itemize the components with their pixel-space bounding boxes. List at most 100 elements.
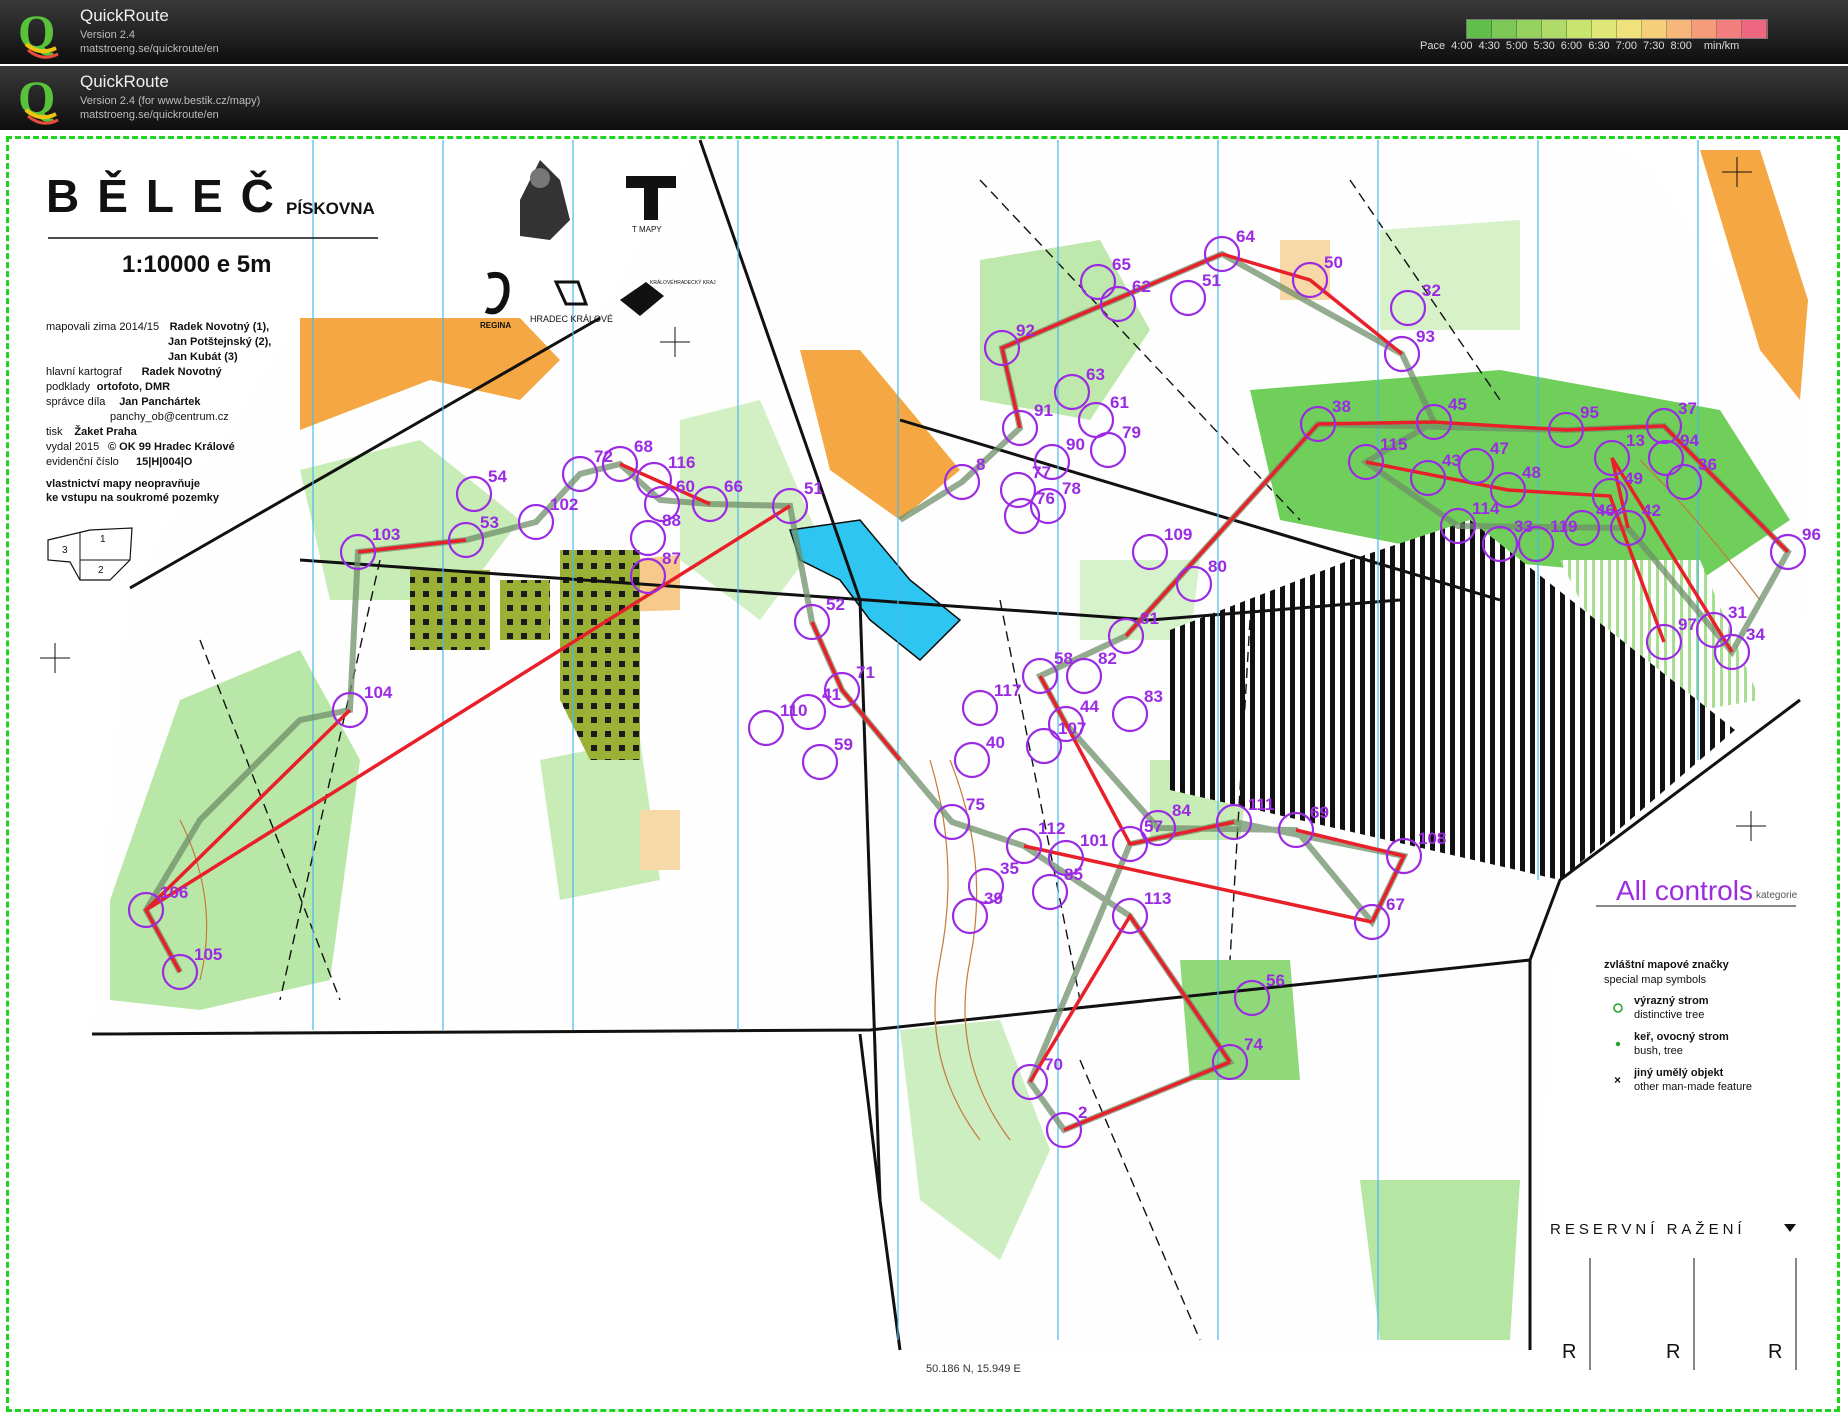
course-label: All controls kategorie (1596, 875, 1798, 907)
control-number: 110 (780, 701, 807, 720)
control-number: 76 (1036, 489, 1055, 508)
control-number: 65 (1112, 255, 1131, 274)
hradec-logo-icon: HRADEC KRÁLOVÉ (530, 280, 613, 324)
control-number: 75 (966, 795, 985, 814)
control-number: 97 (1678, 615, 1697, 634)
legend-item-cz: výrazný strom (1634, 995, 1709, 1007)
control-number: 66 (724, 477, 743, 496)
credit-key: správce díla (46, 396, 106, 408)
legend-item-cz: keř, ovocný strom (1634, 1031, 1729, 1043)
reserve-punch-box: RESERVNÍ RAŽENÍ R R R (1550, 1221, 1797, 1370)
credit-value: Radek Novotný (142, 366, 223, 378)
credit-value: ortofoto, DMR (97, 381, 170, 393)
map-legend: zvláštní mapové značky special map symbo… (1604, 959, 1752, 1093)
control-number: 35 (1000, 859, 1019, 878)
regina-logo-icon: REGINA (480, 272, 511, 330)
control-number: 114 (1472, 499, 1500, 518)
control-number: 64 (1236, 227, 1255, 246)
credit-value: Žaket Praha (74, 425, 137, 438)
control-number: 77 (1032, 463, 1051, 482)
notice-line-1: vlastnictví mapy neopravňuje (46, 478, 200, 490)
control-number: 119 (1550, 517, 1577, 536)
control-number: 49 (1624, 469, 1643, 488)
all-controls-label: All controls (1616, 875, 1753, 906)
control-number: 59 (834, 735, 853, 754)
control-number: 60 (676, 477, 695, 496)
legend-item-en: bush, tree (1634, 1045, 1683, 1057)
control-number: 101 (1080, 831, 1108, 850)
control-number: 78 (1062, 479, 1081, 498)
control-number: 88 (662, 511, 681, 530)
control-number: 50 (1324, 253, 1343, 272)
control-number: 102 (550, 495, 578, 514)
credit-key: tisk (46, 426, 63, 438)
mascot-logo-icon (520, 160, 570, 240)
control-number: 70 (1044, 1055, 1063, 1074)
section-3: 3 (62, 545, 68, 556)
control-number: 92 (1016, 321, 1035, 340)
control-number: 80 (1208, 557, 1227, 576)
credit-key: podklady (46, 381, 91, 393)
sponsor-hradec: HRADEC KRÁLOVÉ (530, 314, 613, 324)
legend-item-cz: jiný umělý objekt (1633, 1067, 1724, 1079)
control-number: 69 (1310, 803, 1329, 822)
control-number: 37 (1678, 399, 1697, 418)
credit-key: hlavní kartograf (46, 366, 123, 378)
control-number: 105 (194, 945, 222, 964)
control-number: 52 (826, 595, 845, 614)
reserve-cell: R (1562, 1341, 1576, 1363)
control-number: 61 (1110, 393, 1129, 412)
control-number: 51 (804, 479, 823, 498)
control-number: 90 (1066, 435, 1085, 454)
control-number: 117 (994, 681, 1021, 700)
control-number: 91 (1034, 401, 1053, 420)
control-number: 57 (1144, 817, 1163, 836)
control-number: 103 (372, 525, 400, 544)
credit-key: mapovali zima 2014/15 (46, 321, 159, 333)
control-number: 54 (488, 467, 507, 486)
control-number: 48 (1522, 463, 1541, 482)
credit-value: Jan Panchártek (119, 396, 201, 408)
control-number: 46 (1596, 501, 1615, 520)
control-number: 32 (1422, 281, 1441, 300)
orienteering-map[interactable]: 6465 505162 3292 936391 617938 45 95 371154347 1… (0, 0, 1848, 1417)
control-number: 87 (662, 549, 681, 568)
control-number: 116 (668, 453, 695, 472)
notice-line-2: ke vstupu na soukromé pozemky (46, 492, 220, 504)
control-number: 81 (1140, 609, 1159, 628)
map-terrain (91, 139, 1808, 1351)
credit-value: Jan Potštejnský (2), (168, 336, 271, 348)
sponsor-tmapy: T MAPY (632, 225, 662, 234)
control-number: 40 (986, 733, 1005, 752)
credit-key: evidenční číslo (46, 456, 119, 468)
dot-green-icon (1615, 1041, 1621, 1047)
map-title: BĚLEČ (46, 170, 292, 222)
control-number: 84 (1172, 801, 1191, 820)
control-number: 2 (1078, 1103, 1087, 1122)
credit-value: 15|H|004|O (136, 456, 193, 468)
control-number: 63 (1086, 365, 1105, 384)
legend-subtitle: special map symbols (1604, 974, 1707, 986)
legend-item-en: distinctive tree (1634, 1009, 1704, 1021)
credit-value: Radek Novotný (1), (170, 321, 270, 333)
control-number: 108 (1418, 829, 1446, 848)
control-number: 62 (1132, 277, 1151, 296)
control-number: 95 (1580, 403, 1599, 422)
control-number: 67 (1386, 895, 1405, 914)
control-number: 41 (822, 685, 841, 704)
map-coordinates: 50.186 N, 15.949 E (926, 1363, 1021, 1375)
legend-item-en: other man-made feature (1634, 1081, 1752, 1093)
control-number: 45 (1448, 395, 1467, 414)
control-number: 106 (160, 883, 188, 902)
control-number: 53 (480, 513, 499, 532)
control-number: 111 (1248, 795, 1275, 814)
control-number: 42 (1642, 501, 1661, 520)
control-number: 68 (634, 437, 653, 456)
control-number: 8 (976, 455, 985, 474)
credit-value: panchy_ob@centrum.cz (110, 411, 229, 423)
map-scale: 1:10000 e 5m (122, 251, 271, 278)
control-number: 39 (984, 889, 1003, 908)
control-number: 109 (1164, 525, 1192, 544)
kategorie-label: kategorie (1756, 890, 1798, 901)
control-number: 94 (1680, 431, 1699, 450)
